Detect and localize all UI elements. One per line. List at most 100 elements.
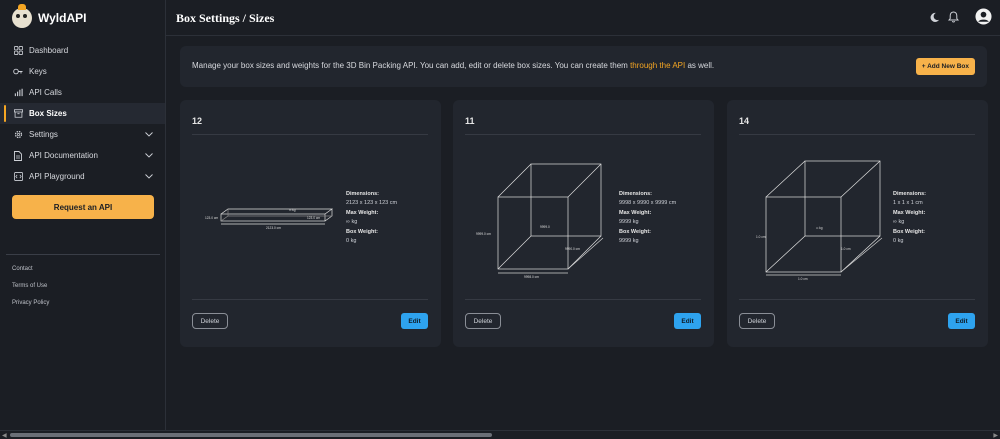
max-weight-value: 9999 kg xyxy=(619,219,639,226)
page-title: Box Settings / Sizes xyxy=(176,11,275,25)
brand[interactable]: WyldAPI xyxy=(0,0,165,36)
info-banner: Manage your box sizes and weights for th… xyxy=(180,46,987,87)
sidebar-item-label: API Documentation xyxy=(29,151,98,160)
box-card: 11 9999.0 9999.0 cm 9990.0 cm 9998.0 cm … xyxy=(453,100,714,347)
box-weight-label: Box Weight: xyxy=(619,228,651,235)
diagram-center-label: 9999.0 xyxy=(540,225,550,229)
sidebar-item-box-sizes[interactable]: Box Sizes xyxy=(0,103,165,124)
dimensions-label: Dimensions: xyxy=(346,191,380,197)
privacy-policy-link[interactable]: Privacy Policy xyxy=(12,300,49,317)
sidebar-item-api-calls[interactable]: API Calls xyxy=(0,82,165,103)
diagram-bottom-label: 9998.0 cm xyxy=(524,275,539,279)
sidebar: WyldAPI Dashboard Keys API Calls Box Siz… xyxy=(0,0,166,430)
scroll-right-icon[interactable]: ▶ xyxy=(993,432,998,439)
edit-button[interactable]: Edit xyxy=(948,313,975,329)
diagram-left-label: 1.0 cm xyxy=(756,235,766,239)
card-divider xyxy=(192,134,428,135)
max-weight-value: ∞ kg xyxy=(893,219,905,226)
box-card-title: 14 xyxy=(739,116,750,126)
max-weight-label: Max Weight: xyxy=(619,209,652,216)
contact-link[interactable]: Contact xyxy=(12,266,49,283)
chevron-down-icon xyxy=(145,172,153,181)
diagram-right-label: 9990.0 cm xyxy=(565,247,580,251)
box-specs: Dimensions: 9998 x 9990 x 9999 cm Max We… xyxy=(619,190,676,246)
wyldapi-logo-icon xyxy=(12,4,32,28)
moon-icon[interactable] xyxy=(929,10,940,28)
through-the-api-link[interactable]: through the API xyxy=(630,61,685,70)
box-specs: Dimensions: 2123 x 123 x 123 cm Max Weig… xyxy=(346,190,397,246)
terms-of-use-link[interactable]: Terms of Use xyxy=(12,283,49,300)
diagram-left-label: 9999.0 cm xyxy=(476,232,491,236)
scroll-left-icon[interactable]: ◀ xyxy=(2,432,7,439)
add-new-box-button[interactable]: + Add New Box xyxy=(915,58,975,75)
sidebar-item-dashboard[interactable]: Dashboard xyxy=(0,40,165,61)
sidebar-item-settings[interactable]: Settings xyxy=(0,124,165,145)
document-icon xyxy=(13,150,23,161)
dimensions-label: Dimensions: xyxy=(619,191,653,197)
banner-text-start: Manage your box sizes and weights for th… xyxy=(192,61,631,70)
banner-text-end: as well. xyxy=(685,61,715,70)
horizontal-scrollbar[interactable]: ◀ ▶ xyxy=(0,430,1000,439)
dashboard-icon xyxy=(13,46,23,56)
delete-button[interactable]: Delete xyxy=(739,313,775,329)
diagram-right-label: 123.0 cm xyxy=(307,216,320,220)
card-divider xyxy=(192,299,428,300)
chart-icon xyxy=(13,88,23,98)
user-avatar-icon[interactable] xyxy=(975,8,992,30)
sidebar-item-label: API Calls xyxy=(29,88,62,97)
keys-icon xyxy=(13,67,23,77)
diagram-left-label: 123.0 cm xyxy=(205,216,218,220)
sidebar-item-api-playground[interactable]: API Playground xyxy=(0,166,165,187)
sidebar-item-label: API Playground xyxy=(29,172,85,181)
edit-button[interactable]: Edit xyxy=(401,313,428,329)
request-api-button[interactable]: Request an API xyxy=(12,195,154,219)
dimensions-value: 9998 x 9990 x 9999 cm xyxy=(619,200,677,207)
max-weight-label: Max Weight: xyxy=(893,209,926,216)
chevron-down-icon xyxy=(145,130,153,139)
sidebar-nav: Dashboard Keys API Calls Box Sizes Setti… xyxy=(0,40,165,187)
card-divider xyxy=(739,299,975,300)
card-divider xyxy=(739,134,975,135)
chevron-down-icon xyxy=(145,151,153,160)
box-specs: Dimensions: 1 x 1 x 1 cm Max Weight: ∞ k… xyxy=(893,190,926,246)
delete-button[interactable]: Delete xyxy=(465,313,501,329)
box-card: 12 ∞ kg 123.0 cm 123.0 cm 2123.0 cm Dime… xyxy=(180,100,441,347)
diagram-right-label: 1.0 cm xyxy=(841,247,851,251)
card-divider xyxy=(465,134,701,135)
dimensions-value: 1 x 1 x 1 cm xyxy=(893,200,923,207)
sidebar-item-label: Keys xyxy=(29,67,47,76)
dimensions-label: Dimensions: xyxy=(893,191,927,197)
sidebar-item-keys[interactable]: Keys xyxy=(0,61,165,82)
box-diagram: ∞ kg 123.0 cm 123.0 cm 2123.0 cm xyxy=(205,208,334,230)
gear-icon xyxy=(13,130,23,140)
edit-button[interactable]: Edit xyxy=(674,313,701,329)
max-weight-value: ∞ kg xyxy=(346,219,358,226)
sidebar-item-api-documentation[interactable]: API Documentation xyxy=(0,145,165,166)
diagram-top-label: ∞ kg xyxy=(289,208,296,212)
scrollbar-thumb[interactable] xyxy=(10,433,492,437)
dimensions-value: 2123 x 123 x 123 cm xyxy=(346,200,398,207)
sidebar-item-label: Settings xyxy=(29,130,58,139)
header-actions xyxy=(929,8,992,30)
banner-text: Manage your box sizes and weights for th… xyxy=(192,61,714,70)
box-weight-value: 9999 kg xyxy=(619,238,639,245)
box-weight-value: 0 kg xyxy=(346,238,357,245)
diagram-bottom-label: 1.0 cm xyxy=(798,277,808,281)
diagram-center-label: ∞ kg xyxy=(816,226,823,230)
sidebar-divider xyxy=(6,254,160,255)
sidebar-item-label: Box Sizes xyxy=(29,109,67,118)
box-card: 14 ∞ kg 1.0 cm 1.0 cm 1.0 cm Dimensions:… xyxy=(727,100,988,347)
sidebar-item-label: Dashboard xyxy=(29,46,69,55)
top-header: Box Settings / Sizes xyxy=(166,0,1000,36)
box-card-title: 12 xyxy=(192,116,203,126)
brand-name: WyldAPI xyxy=(38,11,87,25)
box-diagram: ∞ kg 1.0 cm 1.0 cm 1.0 cm xyxy=(756,160,883,281)
delete-button[interactable]: Delete xyxy=(192,313,228,329)
sidebar-footer-links: Contact Terms of Use Privacy Policy xyxy=(12,266,49,317)
card-divider xyxy=(465,299,701,300)
code-icon xyxy=(13,172,23,182)
box-diagram: 9999.0 9999.0 cm 9990.0 cm 9998.0 cm xyxy=(476,163,604,279)
box-card-title: 11 xyxy=(465,116,475,126)
box-weight-label: Box Weight: xyxy=(893,228,925,235)
bell-icon[interactable] xyxy=(947,10,960,28)
